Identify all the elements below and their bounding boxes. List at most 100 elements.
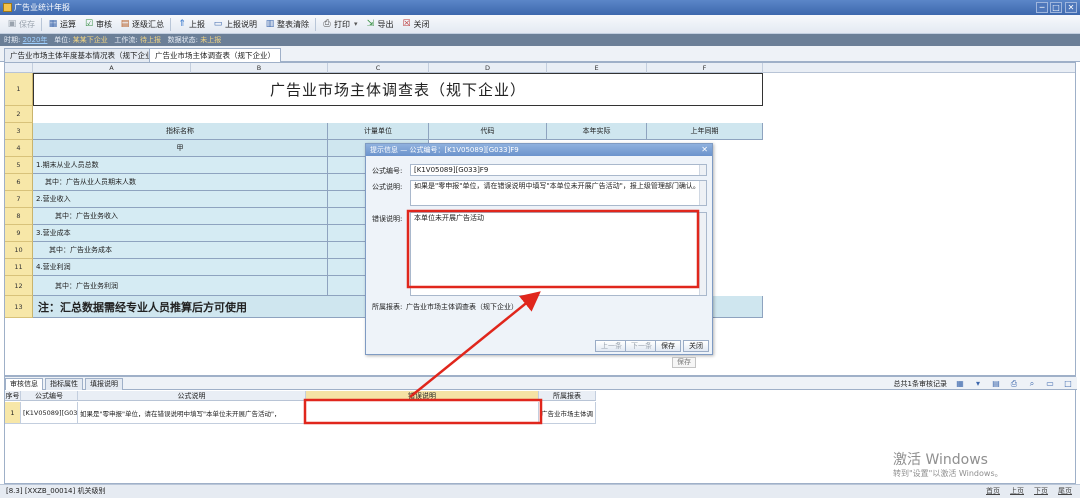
last-page-link[interactable]: 尾页 <box>1058 485 1072 498</box>
summary-label: 逐级汇总 <box>132 19 164 29</box>
minimize-button[interactable]: ─ <box>1036 2 1048 13</box>
save-label: 保存 <box>19 19 35 29</box>
row-header[interactable]: 7 <box>5 191 33 208</box>
app-icon <box>3 3 12 12</box>
row-header[interactable]: 1 <box>5 73 33 106</box>
dialog-title-bar[interactable]: 提示信息 — 公式编号：[K1V05089][G033]F9 ✕ <box>366 144 712 156</box>
row-seq[interactable]: 1 <box>5 402 21 424</box>
row-header[interactable]: 10 <box>5 242 33 259</box>
column-header-row: A B C D E F <box>5 63 1075 73</box>
report-note-button[interactable]: ▭ 上报说明 <box>209 16 261 33</box>
toolbar: ▣ 保存 ▦ 运算 ☑ 审核 ▤ 逐级汇总 ⇑ 上报 ▭ 上报说明 ▥ 整表清除 ⎙ 打印 ▾ ⇲… <box>0 15 1080 34</box>
indicator-label: 其中：广告业务收入 <box>33 208 328 225</box>
column-header-e[interactable]: E <box>547 63 647 73</box>
first-page-link[interactable]: 首页 <box>986 485 1000 498</box>
print-label: 打印 <box>334 19 350 29</box>
upload-button[interactable]: ⇑ 上报 <box>173 16 209 33</box>
filter-icon[interactable]: ▾ <box>973 379 983 389</box>
column-header-d[interactable]: D <box>429 63 547 73</box>
tab-market-survey[interactable]: 广告业市场主体调查表（规下企业） <box>149 48 281 63</box>
tab-indicator-props[interactable]: 指标属性 <box>45 378 83 390</box>
summary-icon: ▤ <box>120 19 130 29</box>
export-button[interactable]: ⇲ 导出 <box>362 16 398 33</box>
dialog-title: 提示信息 — 公式编号：[K1V05089][G033]F9 <box>370 146 519 154</box>
col-report[interactable]: 所属报表 <box>539 391 596 401</box>
row-error-desc[interactable] <box>306 402 539 424</box>
audit-button[interactable]: ☑ 审核 <box>80 16 116 33</box>
save-icon: ▣ <box>7 19 17 29</box>
row-header[interactable]: 6 <box>5 174 33 191</box>
chevron-down-icon[interactable]: ▾ <box>354 20 358 28</box>
dialog-save-button[interactable]: 保存 <box>655 340 681 352</box>
close-window-button[interactable]: ✕ <box>1065 2 1077 13</box>
maximize-button[interactable]: □ <box>1050 2 1062 13</box>
formula-desc-label: 公式说明: <box>372 183 403 191</box>
zoom-icon[interactable]: ⌕ <box>1027 379 1037 389</box>
scrollbar[interactable] <box>699 181 706 205</box>
col-seq[interactable]: 序号 <box>5 391 21 401</box>
print-icon[interactable]: ⎙ <box>1009 379 1019 389</box>
corner-cell <box>5 63 33 73</box>
prev-record-button[interactable]: 上一条 <box>595 340 628 352</box>
prev-page-link[interactable]: 上页 <box>1010 485 1024 498</box>
column-header-c[interactable]: C <box>328 63 429 73</box>
dialog-close-button[interactable]: 关闭 <box>683 340 709 352</box>
tab-annual-basic[interactable]: 广告业市场主体年度基本情况表（规下企业） <box>4 48 166 62</box>
scrollbar[interactable] <box>699 213 706 295</box>
indicator-label: 2.营业收入 <box>33 191 328 208</box>
report-note-icon: ▭ <box>213 19 223 29</box>
clear-table-button[interactable]: ▥ 整表清除 <box>261 16 313 33</box>
print-button[interactable]: ⎙ 打印 ▾ <box>318 16 362 33</box>
column-header-b[interactable]: B <box>191 63 328 73</box>
tab-fill-instructions[interactable]: 填报说明 <box>85 378 123 390</box>
calculate-button[interactable]: ▦ 运算 <box>44 16 80 33</box>
row-header[interactable]: 9 <box>5 225 33 242</box>
maximize-pane-icon[interactable]: □ <box>1063 379 1073 389</box>
row-header[interactable]: 5 <box>5 157 33 174</box>
sheet-title: 广告业市场主体调查表（规下企业） <box>33 73 763 106</box>
workflow-label: 工作流: <box>114 36 138 44</box>
scrollbar[interactable] <box>699 165 706 175</box>
row-header[interactable]: 11 <box>5 259 33 276</box>
dialog-close-icon[interactable]: ✕ <box>701 144 708 156</box>
row-report[interactable]: 广告业市场主体调 <box>539 402 596 424</box>
audit-label: 审核 <box>96 19 112 29</box>
row-header[interactable]: 13 <box>5 296 33 318</box>
status-bar: [8.3] [XXZB_00014] 机关级别 首页 上页 下页 尾页 <box>0 484 1080 498</box>
column-header-f[interactable]: F <box>647 63 763 73</box>
row-formula-no[interactable]: [K1V05089][G033] <box>21 402 78 424</box>
column-header-a[interactable]: A <box>33 63 191 73</box>
row-header[interactable]: 3 <box>5 123 33 140</box>
formula-desc-field[interactable]: 如果是"零申报"单位，请在错误说明中填写"本单位未开展广告活动"，报上级管理部门… <box>410 180 707 206</box>
grid-icon[interactable]: ▦ <box>955 379 965 389</box>
header-indicator-name: 指标名称 <box>33 123 328 140</box>
tab-audit-info[interactable]: 审核信息 <box>5 378 43 390</box>
record-count: 总共1条审核记录 <box>893 379 947 388</box>
save-toolbar-button[interactable]: ▣ 保存 <box>3 16 39 33</box>
period-link[interactable]: 2020年 <box>23 36 48 44</box>
row-header[interactable]: 4 <box>5 140 33 157</box>
calculator-icon: ▦ <box>48 19 58 29</box>
error-desc-textarea[interactable]: 本单位未开展广告活动 <box>410 212 707 296</box>
close-doc-button[interactable]: ☒ 关闭 <box>398 16 434 33</box>
next-record-button[interactable]: 下一条 <box>625 340 658 352</box>
row-header[interactable]: 8 <box>5 208 33 225</box>
toolbar-separator <box>170 17 171 31</box>
formula-no-value: [K1V05089][G033]F9 <box>414 166 489 174</box>
pager: 首页 上页 下页 尾页 <box>986 485 1072 498</box>
indicator-label: 1.期末从业人员总数 <box>33 157 328 174</box>
export-excel-icon[interactable]: ▤ <box>991 379 1001 389</box>
status-value: 未上报 <box>200 36 222 44</box>
col-formula-desc[interactable]: 公式说明 <box>78 391 306 401</box>
row-header[interactable]: 2 <box>5 106 33 123</box>
next-page-link[interactable]: 下页 <box>1034 485 1048 498</box>
col-error-desc[interactable]: 错误说明 <box>306 391 539 401</box>
summary-button[interactable]: ▤ 逐级汇总 <box>116 16 168 33</box>
row-formula-desc[interactable]: 如果是"零申报"单位，请在错误说明中填写"本单位未开展广告活动"， <box>78 402 306 424</box>
formula-no-field[interactable]: [K1V05089][G033]F9 <box>410 164 707 176</box>
header-current-year: 本年实际 <box>547 123 647 140</box>
audit-pane: 审核信息 指标属性 填报说明 总共1条审核记录 ▦ ▾ ▤ ⎙ ⌕ ▭ □ 序号… <box>4 376 1077 484</box>
minimize-pane-icon[interactable]: ▭ <box>1045 379 1055 389</box>
row-header[interactable]: 12 <box>5 276 33 296</box>
col-formula-no[interactable]: 公式编号 <box>21 391 78 401</box>
